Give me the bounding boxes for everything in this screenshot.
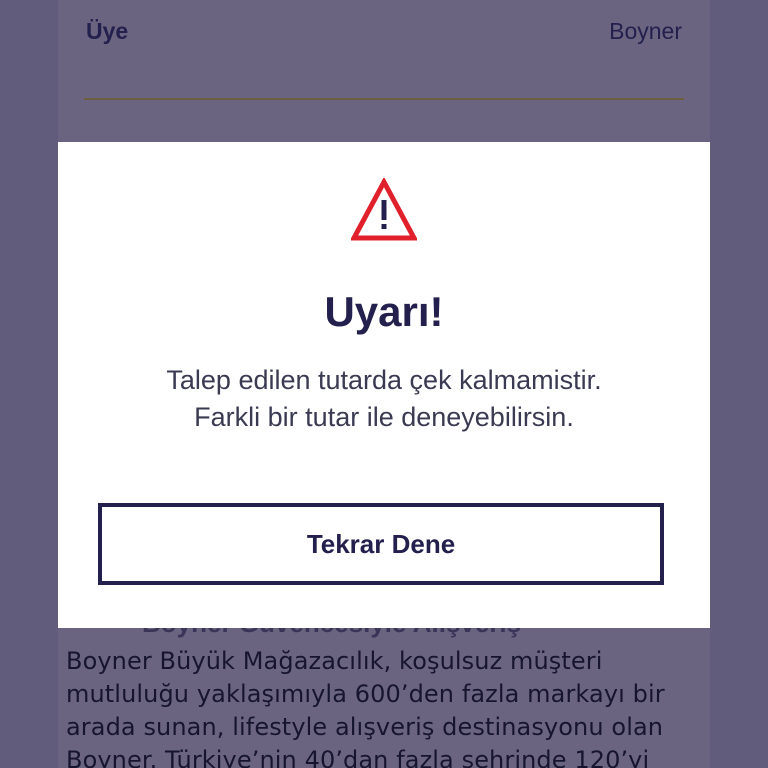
- brand-label: Boyner: [609, 17, 682, 44]
- member-label: Üye: [86, 17, 129, 44]
- dialog-title: Uyarı!: [324, 288, 444, 335]
- member-header: Üye Boyner: [86, 14, 682, 48]
- paragraph-line: arada sunan, lifestyle alışveriş destina…: [66, 713, 664, 741]
- header-divider: [84, 98, 684, 100]
- paragraph-line: mutluluğu yaklaşımıyla 600’den fazla mar…: [66, 680, 665, 708]
- about-paragraph: Boyner Büyük Mağazacılık, koşulsuz müşte…: [66, 645, 706, 768]
- dialog-message: Talep edilen tutarda çek kalmamistir. Fa…: [166, 365, 602, 432]
- paragraph-line: Boyner. Türkiye’nin 40’dan fazla şehrind…: [66, 746, 650, 768]
- warning-icon: [351, 178, 417, 241]
- paragraph-line: Boyner Büyük Mağazacılık, koşulsuz müşte…: [66, 647, 603, 675]
- retry-button[interactable]: Tekrar Dene: [98, 503, 664, 585]
